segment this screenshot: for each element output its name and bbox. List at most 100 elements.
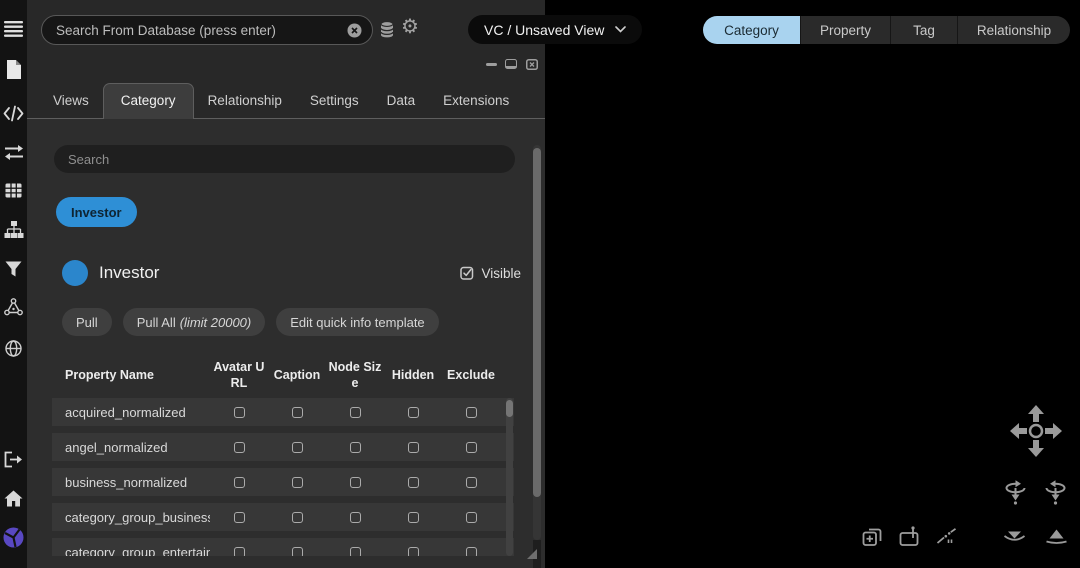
gear-icon[interactable]: ⚙ (401, 17, 419, 37)
table-row[interactable]: angel_normalized (52, 433, 514, 461)
pull-all-button[interactable]: Pull All (limit 20000) (123, 308, 266, 336)
tab-views[interactable]: Views (39, 84, 103, 118)
database-icon[interactable] (379, 21, 395, 39)
pull-button[interactable]: Pull (62, 308, 112, 336)
clear-search-icon[interactable] (347, 23, 362, 38)
network-icon[interactable] (3, 296, 24, 317)
avatar-url-checkbox[interactable] (234, 477, 245, 488)
canvas-tab-tag[interactable]: Tag (890, 16, 957, 44)
tab-category[interactable]: Category (103, 83, 194, 119)
visible-label: Visible (481, 266, 521, 281)
tab-data[interactable]: Data (373, 84, 430, 118)
table-scrollbar-thumb[interactable] (506, 400, 513, 417)
table-row[interactable]: category_group_entertain (52, 538, 514, 556)
col-property-name: Property Name (52, 368, 210, 382)
table-row[interactable]: business_normalized (52, 468, 514, 496)
tab-relationship[interactable]: Relationship (194, 84, 296, 118)
visible-toggle[interactable]: Visible (460, 266, 521, 281)
avatar-url-checkbox[interactable] (234, 442, 245, 453)
filter-icon[interactable] (3, 258, 24, 279)
canvas-tab-relationship[interactable]: Relationship (957, 16, 1070, 44)
hidden-checkbox[interactable] (408, 407, 419, 418)
category-search-bar[interactable] (54, 145, 515, 173)
canvas-tab-category[interactable]: Category (703, 16, 800, 44)
icon-sidebar (0, 0, 27, 568)
table-header: Property Name Avatar URL Caption Node Si… (52, 352, 514, 398)
avatar-url-checkbox[interactable] (234, 407, 245, 418)
canvas-tab-bar: Category Property Tag Relationship (703, 16, 1070, 44)
node-size-checkbox[interactable] (350, 477, 361, 488)
fly-up-icon[interactable] (1045, 528, 1068, 545)
hidden-checkbox[interactable] (408, 547, 419, 557)
panel-tab-bar: Views Category Relationship Settings Dat… (27, 84, 545, 119)
hidden-checkbox[interactable] (408, 477, 419, 488)
table-scrollbar-track[interactable] (506, 398, 513, 556)
caption-checkbox[interactable] (292, 407, 303, 418)
action-buttons: Pull Pull All (limit 20000) Edit quick i… (62, 308, 439, 336)
col-node-size: Node Size (326, 359, 384, 392)
exclude-checkbox[interactable] (466, 547, 477, 557)
col-avatar-url: Avatar URL (210, 359, 268, 392)
pin-frame-icon[interactable] (899, 526, 920, 547)
home-icon[interactable] (3, 488, 24, 509)
tab-settings[interactable]: Settings (296, 84, 373, 118)
database-search-bar[interactable] (41, 15, 373, 45)
category-color-dot[interactable] (62, 260, 88, 286)
hidden-checkbox[interactable] (408, 512, 419, 523)
table-row[interactable]: category_group_business (52, 503, 514, 531)
globe-icon[interactable] (3, 338, 24, 359)
caption-checkbox[interactable] (292, 477, 303, 488)
category-chip-investor[interactable]: Investor (56, 197, 137, 227)
app-logo[interactable] (3, 527, 24, 548)
canvas-tab-property[interactable]: Property (800, 16, 890, 44)
col-exclude: Exclude (442, 367, 500, 383)
category-section-header: Investor Visible (62, 256, 521, 290)
checkbox-checked-icon (460, 266, 474, 280)
file-icon[interactable] (3, 59, 24, 80)
table-row[interactable]: acquired_normalized (52, 398, 514, 426)
avatar-url-checkbox[interactable] (234, 512, 245, 523)
sitemap-icon[interactable] (3, 219, 24, 240)
close-button[interactable] (526, 59, 538, 70)
fly-down-icon[interactable] (1003, 528, 1026, 545)
view-selector[interactable]: VC / Unsaved View (468, 15, 642, 44)
rotate-left-icon[interactable] (1002, 480, 1029, 505)
minimize-button[interactable] (486, 63, 497, 66)
caption-checkbox[interactable] (292, 442, 303, 453)
col-hidden: Hidden (384, 367, 442, 383)
swap-arrows-icon[interactable] (3, 142, 24, 163)
dpad-control[interactable] (1008, 403, 1064, 459)
node-size-checkbox[interactable] (350, 407, 361, 418)
signout-icon[interactable] (3, 449, 24, 470)
exclude-checkbox[interactable] (466, 407, 477, 418)
exclude-checkbox[interactable] (466, 442, 477, 453)
code-icon[interactable] (3, 103, 24, 124)
caption-checkbox[interactable] (292, 512, 303, 523)
caption-checkbox[interactable] (292, 547, 303, 557)
rotate-right-icon[interactable] (1042, 480, 1069, 505)
app-window: ⚙ Views Category Relationship Settings D… (0, 0, 1080, 568)
chevron-down-icon (615, 26, 626, 33)
database-search-input[interactable] (56, 23, 347, 38)
col-caption: Caption (268, 367, 326, 383)
category-panel: ⚙ Views Category Relationship Settings D… (27, 0, 545, 568)
panel-scrollbar-thumb[interactable] (533, 148, 541, 497)
tab-extensions[interactable]: Extensions (429, 84, 523, 118)
table-body: acquired_normalized angel_normalized bus… (52, 398, 514, 556)
edit-quick-info-template-button[interactable]: Edit quick info template (276, 308, 438, 336)
panel-resize-handle[interactable] (527, 549, 537, 559)
category-search-input[interactable] (68, 152, 501, 167)
node-size-checkbox[interactable] (350, 547, 361, 557)
disconnect-icon[interactable] (936, 528, 957, 545)
add-frame-icon[interactable] (862, 527, 883, 547)
menu-icon[interactable] (3, 18, 24, 39)
table-icon[interactable] (3, 180, 24, 201)
node-size-checkbox[interactable] (350, 512, 361, 523)
maximize-button[interactable] (505, 59, 517, 69)
exclude-checkbox[interactable] (466, 512, 477, 523)
hidden-checkbox[interactable] (408, 442, 419, 453)
exclude-checkbox[interactable] (466, 477, 477, 488)
node-size-checkbox[interactable] (350, 442, 361, 453)
view-selector-label: VC / Unsaved View (484, 22, 604, 38)
avatar-url-checkbox[interactable] (234, 547, 245, 557)
